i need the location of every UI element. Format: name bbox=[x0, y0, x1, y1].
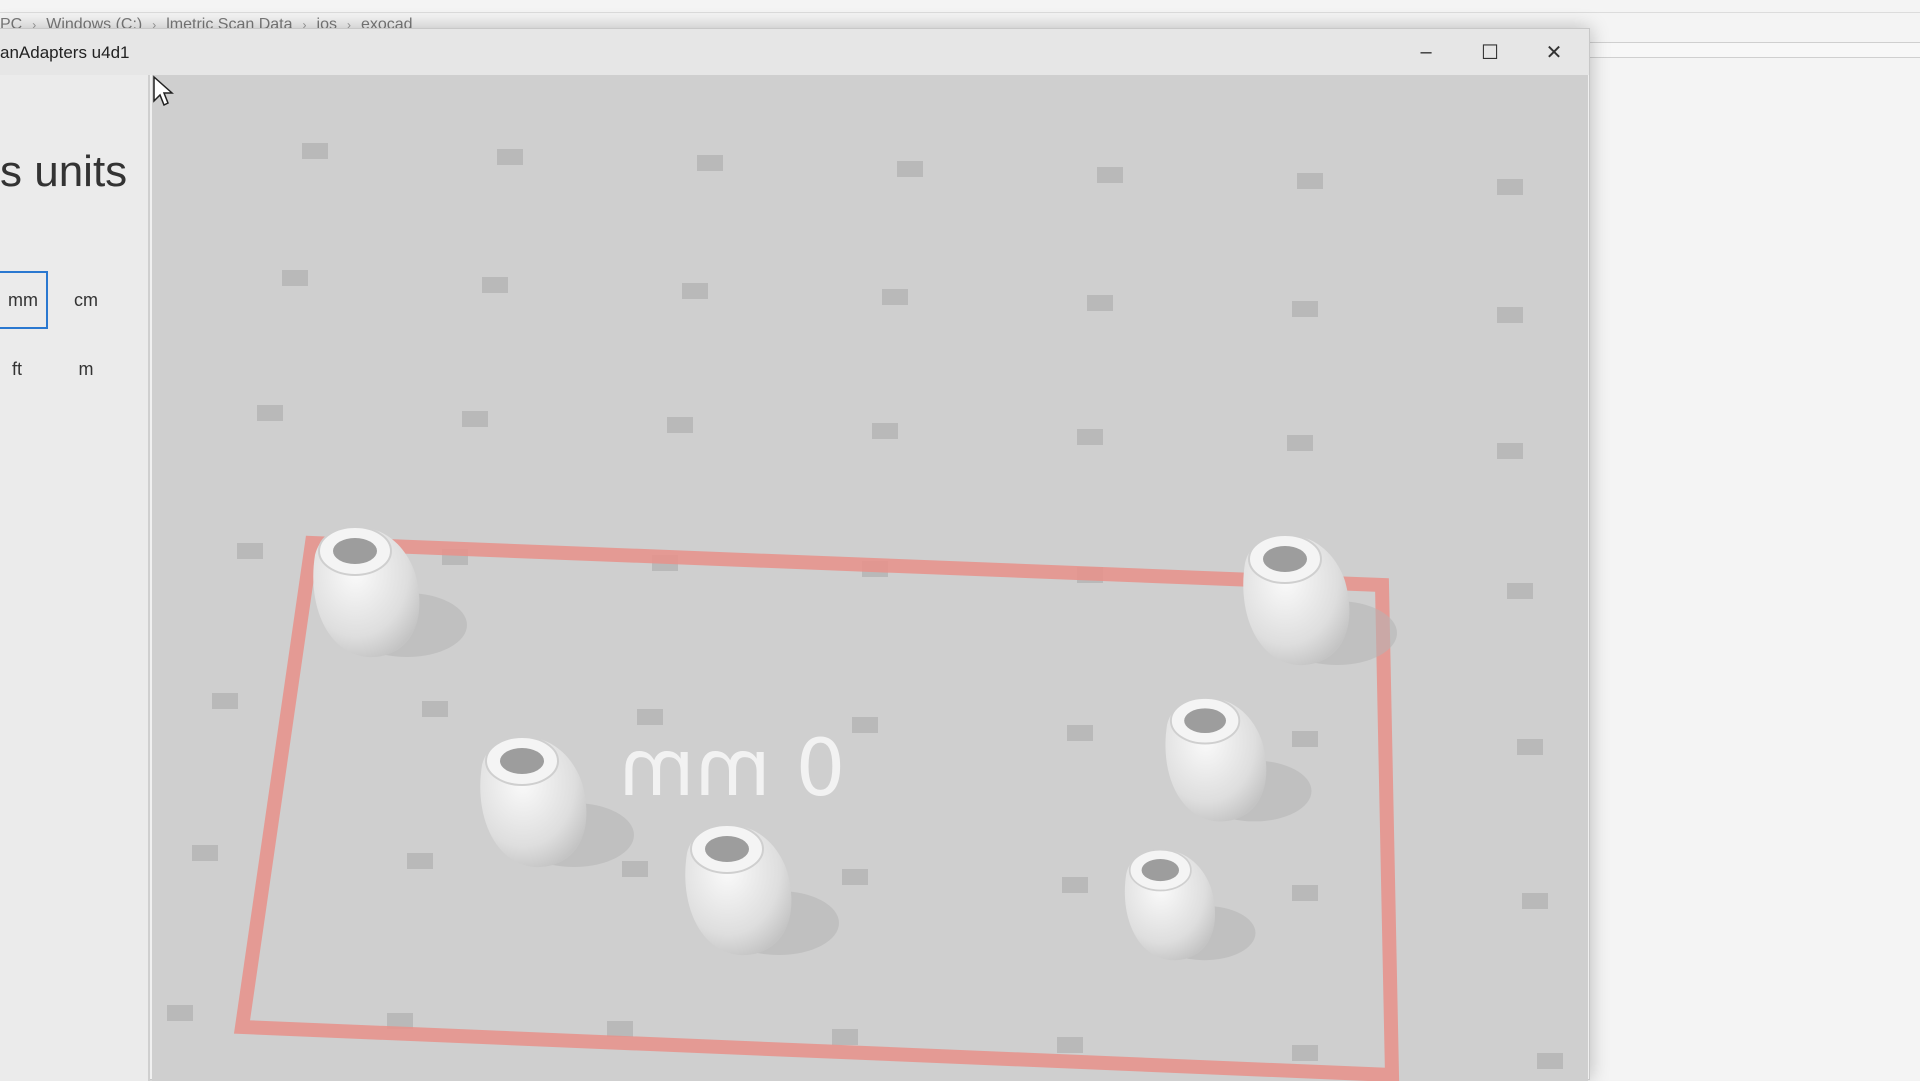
grid-marker bbox=[302, 143, 328, 159]
grid-marker bbox=[1062, 877, 1088, 893]
scan-adapter[interactable] bbox=[1165, 696, 1312, 822]
maximize-icon: ☐ bbox=[1481, 41, 1499, 64]
scan-adapter-objects[interactable] bbox=[313, 526, 1397, 961]
scan-adapter[interactable] bbox=[1243, 534, 1397, 666]
grid-marker bbox=[1067, 725, 1093, 741]
grid-marker bbox=[1507, 583, 1533, 599]
adapter-opening bbox=[1141, 859, 1179, 882]
grid-marker bbox=[257, 405, 283, 421]
grid-marker bbox=[1537, 1053, 1563, 1069]
unit-button-cm[interactable]: cm bbox=[62, 271, 110, 329]
mouse-cursor-icon bbox=[153, 75, 174, 107]
grid-marker bbox=[897, 161, 923, 177]
adapter-opening bbox=[705, 836, 749, 862]
grid-marker bbox=[1292, 301, 1318, 317]
unit-button-m[interactable]: m bbox=[62, 340, 110, 398]
grid-marker bbox=[682, 283, 708, 299]
search-box[interactable] bbox=[1590, 42, 1920, 58]
close-button[interactable]: ✕ bbox=[1522, 29, 1586, 75]
dimension-readout: 0 mm bbox=[619, 724, 845, 814]
scan-adapter[interactable] bbox=[1124, 848, 1256, 961]
grid-marker bbox=[462, 411, 488, 427]
unit-button-ft[interactable]: ft bbox=[0, 340, 34, 398]
app-window: anAdapters u4d1 – ☐ ✕ s units mm cm ft m bbox=[0, 28, 1590, 1081]
unit-button-mm[interactable]: mm bbox=[0, 271, 48, 329]
panel-heading: s units bbox=[0, 147, 128, 196]
adapter-opening bbox=[500, 748, 544, 774]
grid-marker bbox=[1097, 167, 1123, 183]
grid-marker bbox=[212, 693, 238, 709]
grid-marker bbox=[852, 717, 878, 733]
grid-marker bbox=[1292, 1045, 1318, 1061]
grid-marker bbox=[167, 1005, 193, 1021]
grid-marker bbox=[1517, 739, 1543, 755]
adapter-opening bbox=[1184, 708, 1226, 734]
grid-marker bbox=[882, 289, 908, 305]
adapter-opening bbox=[333, 538, 377, 564]
grid-marker bbox=[282, 270, 308, 286]
grid-marker bbox=[1287, 435, 1313, 451]
grid-marker bbox=[622, 861, 648, 877]
grid-marker bbox=[607, 1021, 633, 1037]
grid-marker bbox=[1057, 1037, 1083, 1053]
minimize-icon: – bbox=[1420, 40, 1432, 63]
grid-marker bbox=[697, 155, 723, 171]
grid-marker bbox=[1522, 893, 1548, 909]
grid-marker bbox=[1087, 295, 1113, 311]
grid-marker bbox=[1077, 429, 1103, 445]
3d-viewport[interactable]: 0 mm bbox=[152, 75, 1588, 1081]
scan-adapter[interactable] bbox=[480, 736, 634, 868]
window-title: anAdapters u4d1 bbox=[0, 43, 130, 62]
units-panel: s units mm cm ft m bbox=[0, 75, 150, 1081]
grid-marker bbox=[422, 701, 448, 717]
scene-canvas[interactable]: 0 mm bbox=[152, 75, 1588, 1081]
grid-marker bbox=[1497, 443, 1523, 459]
minimize-button[interactable]: – bbox=[1394, 29, 1458, 75]
close-icon: ✕ bbox=[1545, 41, 1563, 64]
grid-marker bbox=[1497, 307, 1523, 323]
grid-marker bbox=[192, 845, 218, 861]
grid-marker bbox=[482, 277, 508, 293]
grid-marker bbox=[842, 869, 868, 885]
grid-marker bbox=[637, 709, 663, 725]
maximize-button[interactable]: ☐ bbox=[1458, 29, 1522, 75]
grid-marker bbox=[237, 543, 263, 559]
grid-marker bbox=[1292, 731, 1318, 747]
grid-marker bbox=[1297, 173, 1323, 189]
grid-marker bbox=[407, 853, 433, 869]
grid-marker bbox=[497, 149, 523, 165]
grid-marker bbox=[872, 423, 898, 439]
grid-marker bbox=[832, 1029, 858, 1045]
divider bbox=[0, 12, 1920, 13]
adapter-opening bbox=[1263, 546, 1307, 572]
title-bar[interactable]: anAdapters u4d1 – ☐ ✕ bbox=[0, 29, 1589, 75]
mirrored-readout: 0 mm bbox=[619, 724, 845, 814]
grid-marker bbox=[1497, 179, 1523, 195]
grid-marker bbox=[1292, 885, 1318, 901]
scan-adapter[interactable] bbox=[685, 824, 839, 956]
grid-marker bbox=[667, 417, 693, 433]
